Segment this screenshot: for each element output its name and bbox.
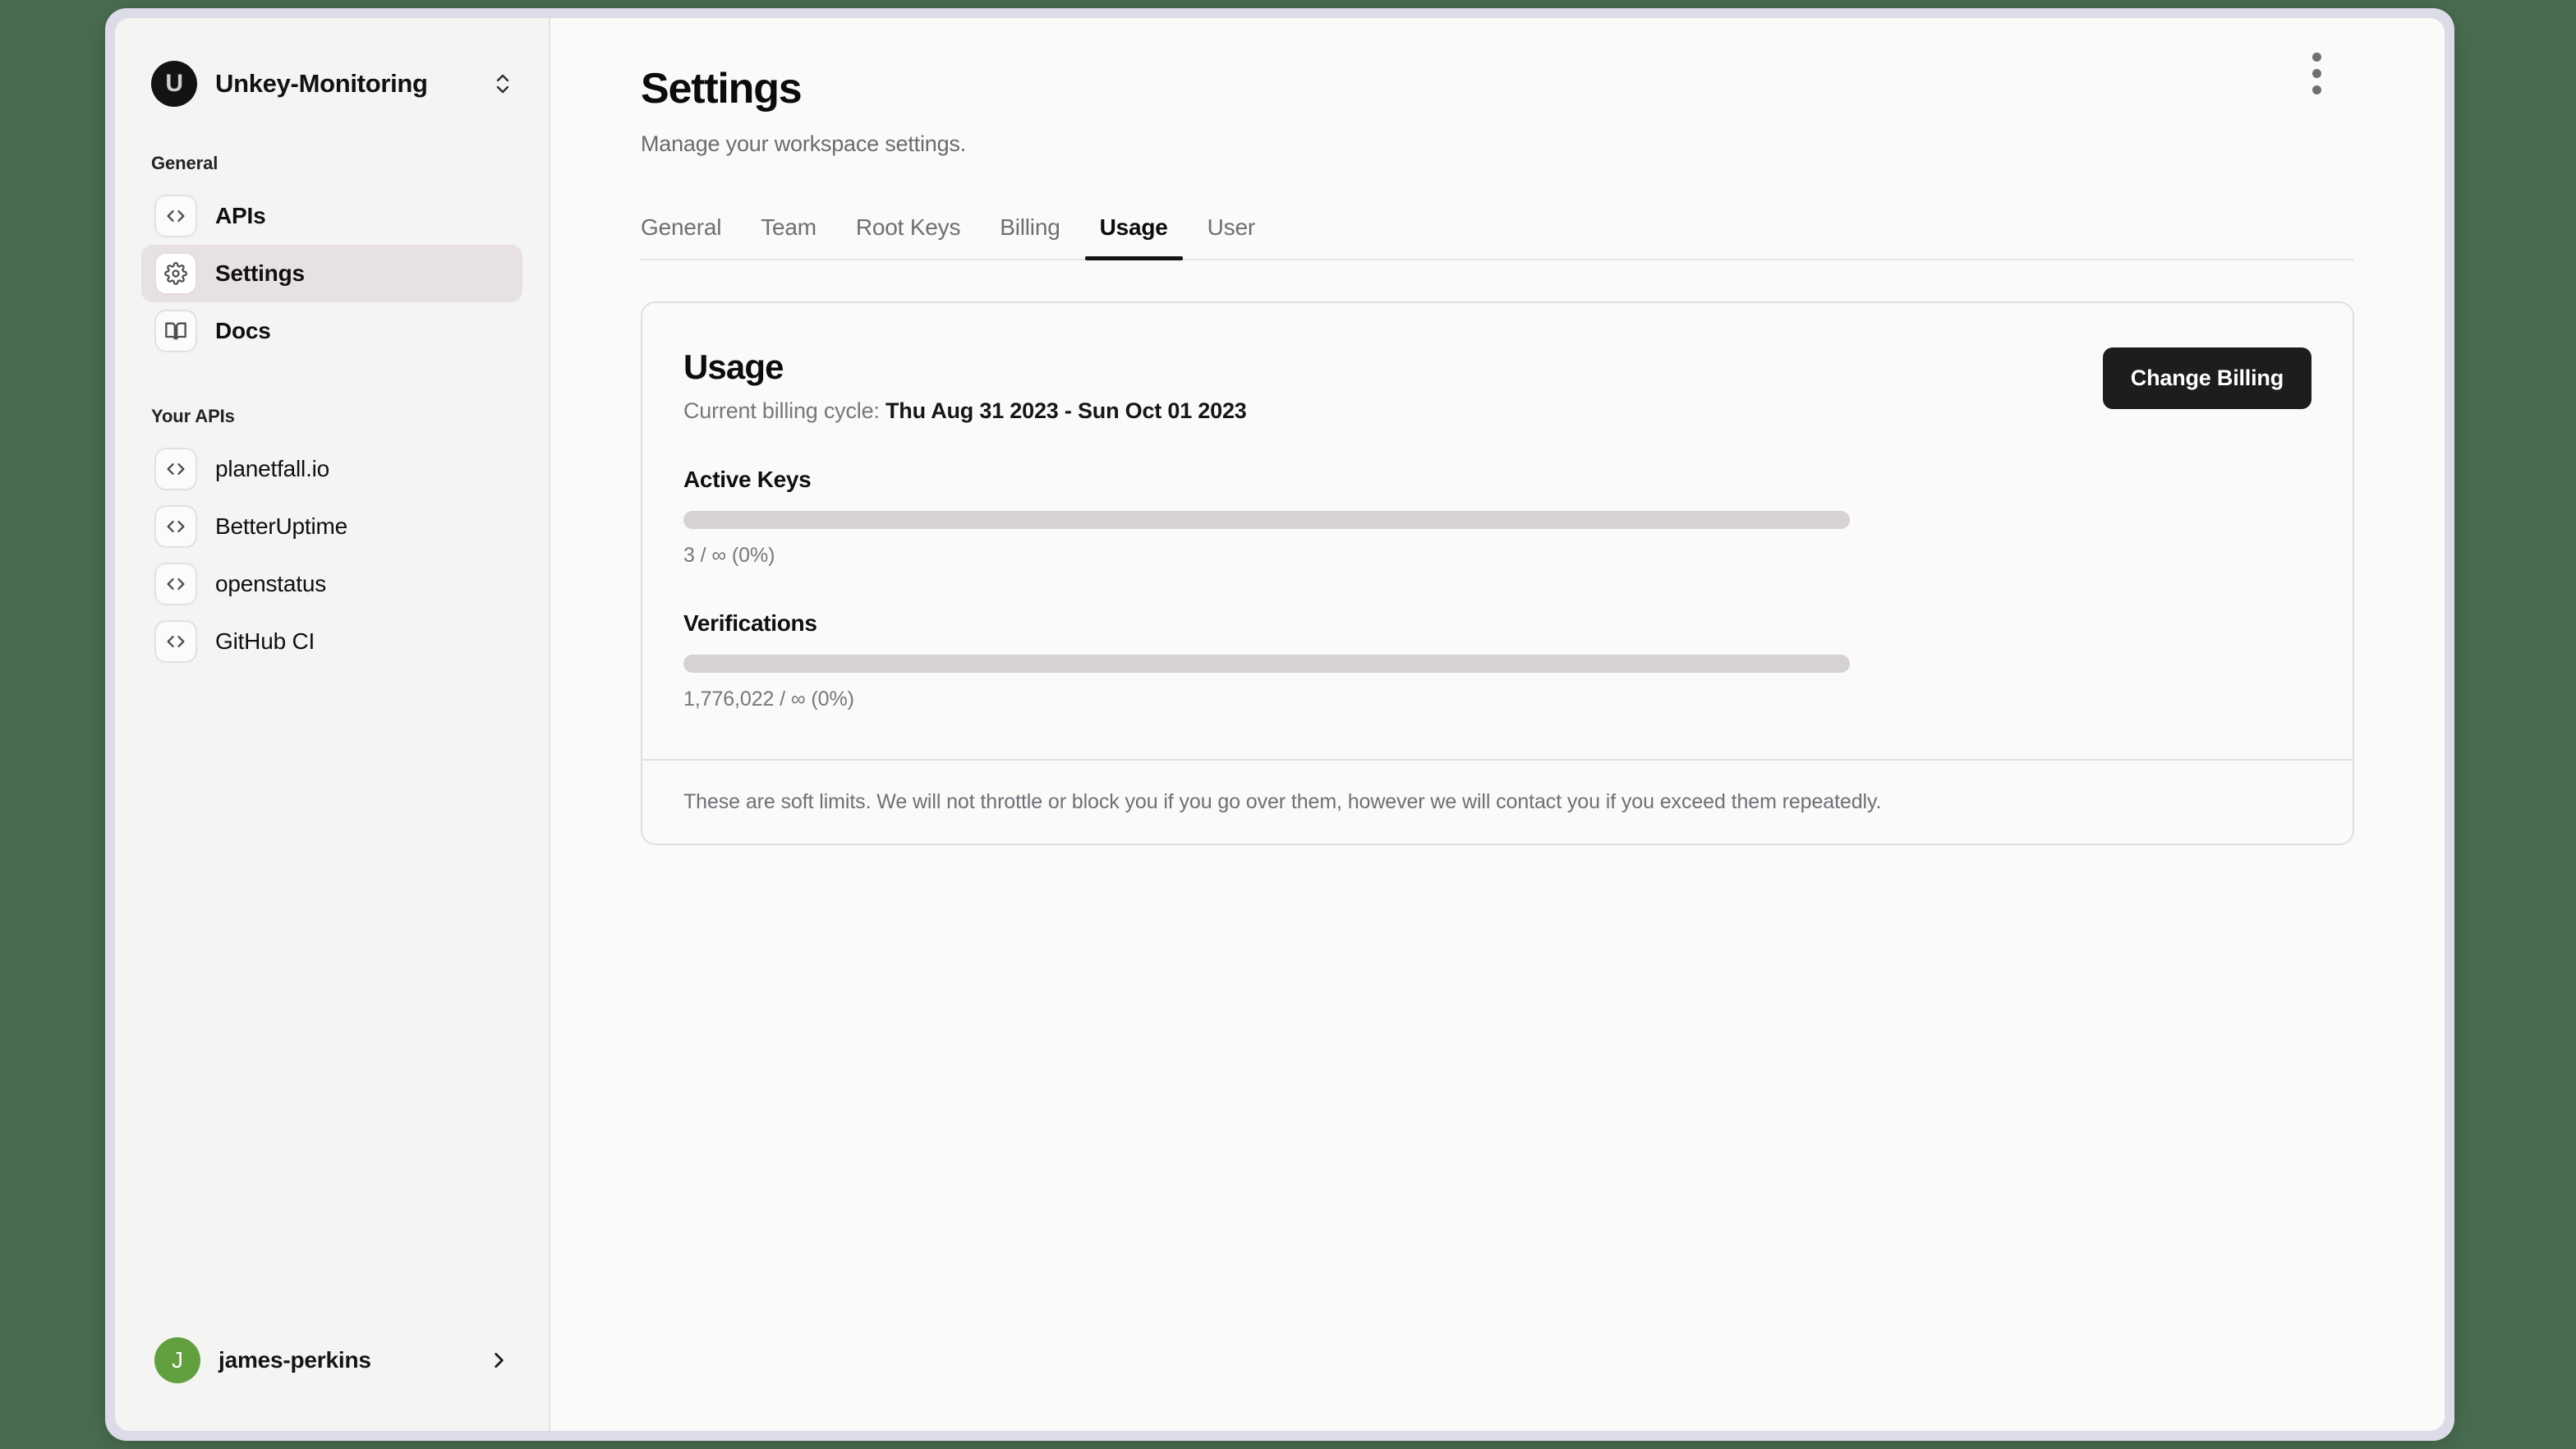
app-window: U Unkey-Monitoring General [115,18,2445,1431]
usage-metric-verifications: Verifications 1,776,022 / ∞ (0%) [683,610,2312,711]
workspace-switcher[interactable]: U Unkey-Monitoring [141,18,522,107]
metric-label: Active Keys [683,467,2312,493]
settings-tabs: General Team Root Keys Billing Usage Use… [641,214,2354,260]
tab-usage[interactable]: Usage [1080,214,1188,259]
workspace-avatar: U [151,61,197,107]
app-window-frame: U Unkey-Monitoring General [105,8,2454,1441]
code-brackets-icon [154,563,197,605]
billing-cycle-value: Thu Aug 31 2023 - Sun Oct 01 2023 [886,398,1247,423]
sidebar-section-general: General [141,153,522,174]
metric-value: 1,776,022 / ∞ (0%) [683,688,2312,711]
usage-card-footer-note: These are soft limits. We will not throt… [642,759,2353,844]
code-brackets-icon [154,620,197,663]
progress-bar-verifications [683,655,1850,673]
sidebar: U Unkey-Monitoring General [115,18,550,1431]
change-billing-button[interactable]: Change Billing [2103,347,2312,409]
desktop-background: U Unkey-Monitoring General [0,0,2576,1449]
chevron-right-icon [488,1350,509,1371]
usage-card-header: Usage Current billing cycle: Thu Aug 31 … [683,347,2312,424]
sidebar-item-planetfall-io[interactable]: planetfall.io [141,440,522,498]
gear-icon [154,252,197,295]
sidebar-spacer [141,670,522,1326]
tab-root-keys[interactable]: Root Keys [836,214,980,259]
usage-card-title: Usage [683,347,1247,387]
usage-card-heading-group: Usage Current billing cycle: Thu Aug 31 … [683,347,1247,424]
main-content: Settings Manage your workspace settings.… [550,18,2445,1431]
book-icon [154,310,197,352]
sidebar-item-betteruptime[interactable]: BetterUptime [141,498,522,555]
sidebar-item-label: Settings [215,260,305,287]
user-name: james-perkins [218,1347,470,1373]
sidebar-section-your-apis: Your APIs [141,406,522,427]
usage-metric-active-keys: Active Keys 3 / ∞ (0%) [683,467,2312,568]
avatar: J [154,1337,200,1383]
user-menu[interactable]: J james-perkins [141,1326,522,1395]
sidebar-item-github-ci[interactable]: GitHub CI [141,613,522,670]
billing-cycle: Current billing cycle: Thu Aug 31 2023 -… [683,398,1247,424]
sidebar-item-docs[interactable]: Docs [141,302,522,360]
sidebar-item-openstatus[interactable]: openstatus [141,555,522,613]
usage-card: Usage Current billing cycle: Thu Aug 31 … [641,301,2354,845]
usage-card-body: Usage Current billing cycle: Thu Aug 31 … [642,303,2353,759]
billing-cycle-label: Current billing cycle: [683,398,880,423]
code-brackets-icon [154,448,197,490]
sidebar-item-label: APIs [215,203,265,229]
window-drag-handle[interactable] [2312,53,2321,94]
metric-label: Verifications [683,610,2312,637]
sidebar-item-label: planetfall.io [215,456,329,482]
code-brackets-icon [154,195,197,237]
chevron-up-down-icon [493,70,513,98]
sidebar-item-label: Docs [215,318,271,344]
page-subtitle: Manage your workspace settings. [641,131,2354,157]
sidebar-item-label: GitHub CI [215,628,315,655]
progress-bar-active-keys [683,511,1850,529]
sidebar-item-label: BetterUptime [215,513,347,540]
code-brackets-icon [154,505,197,548]
page-title: Settings [641,64,2354,113]
sidebar-item-label: openstatus [215,571,326,597]
tab-team[interactable]: Team [741,214,836,259]
tab-user[interactable]: User [1188,214,1275,259]
metric-value: 3 / ∞ (0%) [683,544,2312,568]
sidebar-item-settings[interactable]: Settings [141,245,522,302]
drag-dot-icon [2312,85,2321,94]
sidebar-item-apis[interactable]: APIs [141,187,522,245]
drag-dot-icon [2312,69,2321,78]
tab-billing[interactable]: Billing [980,214,1079,259]
drag-dot-icon [2312,53,2321,62]
workspace-name: Unkey-Monitoring [215,69,475,99]
tab-general[interactable]: General [641,214,741,259]
